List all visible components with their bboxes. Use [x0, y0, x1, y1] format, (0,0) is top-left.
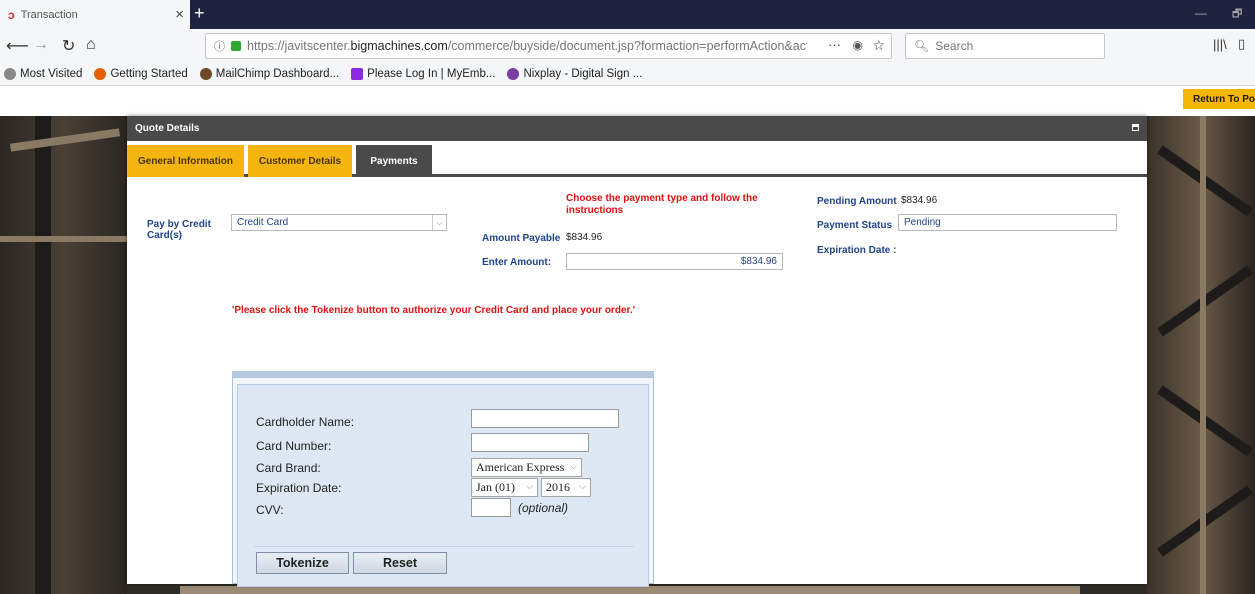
cardholder-name-input[interactable]: [471, 409, 619, 428]
library-icon[interactable]: |||\: [1213, 37, 1227, 52]
card-form-container: Cardholder Name: Card Number: Card Brand…: [232, 371, 654, 587]
return-to-portal-button[interactable]: Return To Port: [1183, 89, 1255, 109]
sidebar-icon[interactable]: ▯: [1238, 36, 1245, 52]
card-number-label: Card Number:: [256, 439, 332, 453]
bookmark-nixplay[interactable]: Nixplay - Digital Sign ...: [507, 68, 642, 80]
payment-status-field: Pending: [898, 214, 1117, 231]
bookmarks-bar: Most Visited Getting Started MailChimp D…: [0, 63, 1255, 86]
bookmark-getting-started[interactable]: Getting Started: [94, 68, 188, 80]
nixplay-icon: [507, 68, 520, 80]
bookmark-most-visited[interactable]: Most Visited: [4, 68, 82, 80]
payment-status-label: Payment Status: [817, 220, 893, 231]
collapse-icon[interactable]: [1132, 124, 1139, 131]
restore-icon[interactable]: 🗗: [1232, 5, 1242, 24]
url-host: bigmachines.com: [350, 39, 448, 53]
payment-type-select[interactable]: Credit Card ⌵: [231, 214, 447, 231]
expiration-month-select[interactable]: Jan (01) ⌵: [471, 478, 538, 497]
bookmark-label: Please Log In | MyEmb...: [367, 68, 496, 80]
new-tab-icon[interactable]: +: [194, 3, 205, 24]
bookmark-label: MailChimp Dashboard...: [215, 68, 340, 80]
amount-payable-label: Amount Payable: [482, 233, 561, 244]
cvv-optional-hint: (optional): [518, 501, 569, 515]
card-number-input[interactable]: [471, 433, 589, 452]
card-brand-label: Card Brand:: [256, 461, 321, 475]
gear-icon: [4, 68, 16, 80]
panel-header: Quote Details: [127, 116, 1147, 141]
url-bar[interactable]: ⓘ https://javitscenter.bigmachines.com/c…: [205, 33, 892, 59]
firefox-icon: [94, 68, 107, 80]
chevron-down-icon: ⌵: [579, 481, 586, 491]
tab-payments[interactable]: Payments: [356, 145, 432, 177]
bookmark-myemb[interactable]: Please Log In | MyEmb...: [351, 68, 495, 80]
search-placeholder: Search: [935, 39, 974, 53]
tokenize-notice: 'Please click the Tokenize button to aut…: [232, 305, 635, 316]
back-icon[interactable]: ⟵: [6, 36, 29, 56]
pocket-icon[interactable]: ◉: [853, 38, 863, 52]
cvv-label: CVV:: [256, 503, 284, 517]
mailchimp-icon: [199, 68, 212, 80]
expiration-year-value: 2016: [546, 480, 570, 494]
close-tab-icon[interactable]: ×: [175, 6, 184, 23]
reload-icon[interactable]: ↻: [62, 36, 75, 56]
form-divider: [254, 546, 634, 547]
enter-amount-value: $834.96: [740, 256, 777, 267]
reset-button[interactable]: Reset: [353, 552, 447, 574]
minimize-icon[interactable]: —: [1195, 6, 1207, 20]
chevron-down-icon: ⌵: [526, 481, 533, 491]
bookmark-label: Most Visited: [20, 68, 83, 80]
site-favicon-icon: ↄ: [8, 7, 15, 22]
tokenize-button[interactable]: Tokenize: [256, 552, 349, 574]
url-text[interactable]: https://javitscenter.bigmachines.com/com…: [247, 39, 807, 53]
bookmark-star-icon[interactable]: ☆: [872, 37, 885, 54]
browser-tab[interactable]: ↄ Transaction ×: [0, 0, 190, 29]
cvv-input[interactable]: [471, 498, 511, 517]
tab-general-information[interactable]: General Information: [127, 145, 244, 177]
url-path: /commerce/buyside/document.jsp?formactio…: [447, 39, 807, 53]
amount-payable-value: $834.96: [566, 232, 603, 243]
chevron-down-icon: ⌵: [432, 215, 446, 230]
lock-icon: [231, 41, 241, 51]
enter-amount-input[interactable]: $834.96: [566, 253, 783, 270]
bookmark-label: Nixplay - Digital Sign ...: [523, 68, 643, 80]
page-actions-icon[interactable]: ···: [828, 37, 841, 52]
expiration-date-label: Expiration Date:: [256, 481, 342, 495]
tab-title: Transaction: [20, 8, 78, 21]
info-icon[interactable]: ⓘ: [214, 38, 225, 54]
expiration-month-value: Jan (01): [476, 480, 515, 494]
enter-amount-label: Enter Amount:: [482, 257, 552, 268]
myemb-icon: [351, 68, 364, 80]
home-icon[interactable]: ⌂: [86, 36, 96, 54]
bookmark-mailchimp[interactable]: MailChimp Dashboard...: [199, 68, 340, 80]
browser-tab-bar: ↄ Transaction × + — 🗗: [0, 0, 1255, 29]
cardholder-name-label: Cardholder Name:: [256, 415, 355, 429]
forward-icon[interactable]: →: [33, 36, 49, 54]
expiration-date-label: Expiration Date :: [817, 245, 897, 256]
card-brand-select[interactable]: American Express ⌵: [471, 458, 582, 477]
pending-amount-label: Pending Amount: [817, 196, 897, 207]
chevron-down-icon: ⌵: [570, 461, 577, 471]
pay-by-label: Pay by Credit Card(s): [147, 219, 211, 241]
browser-nav-bar: ⟵ → ↻ ⌂ ⓘ https://javitscenter.bigmachin…: [0, 29, 1255, 63]
payment-status-value: Pending: [904, 217, 941, 228]
quote-tabs: General Information Customer Details Pay…: [127, 141, 1147, 177]
search-bar[interactable]: 🔍︎ Search: [905, 33, 1105, 59]
card-brand-value: American Express: [476, 460, 565, 474]
pending-amount-value: $834.96: [901, 195, 938, 206]
payment-type-value: Credit Card: [237, 217, 289, 228]
instructions-line-1: Choose the payment type and follow the: [566, 193, 758, 204]
instructions-line-2: instructions: [566, 205, 624, 216]
card-form: Cardholder Name: Card Number: Card Brand…: [237, 384, 649, 587]
url-prefix: https://javitscenter.: [247, 39, 351, 53]
bookmark-label: Getting Started: [110, 68, 188, 80]
page-top-strip: [0, 86, 1255, 116]
tab-customer-details[interactable]: Customer Details: [248, 145, 352, 177]
search-icon: 🔍︎: [914, 39, 930, 53]
expiration-year-select[interactable]: 2016 ⌵: [541, 478, 591, 497]
panel-title: Quote Details: [135, 123, 200, 134]
